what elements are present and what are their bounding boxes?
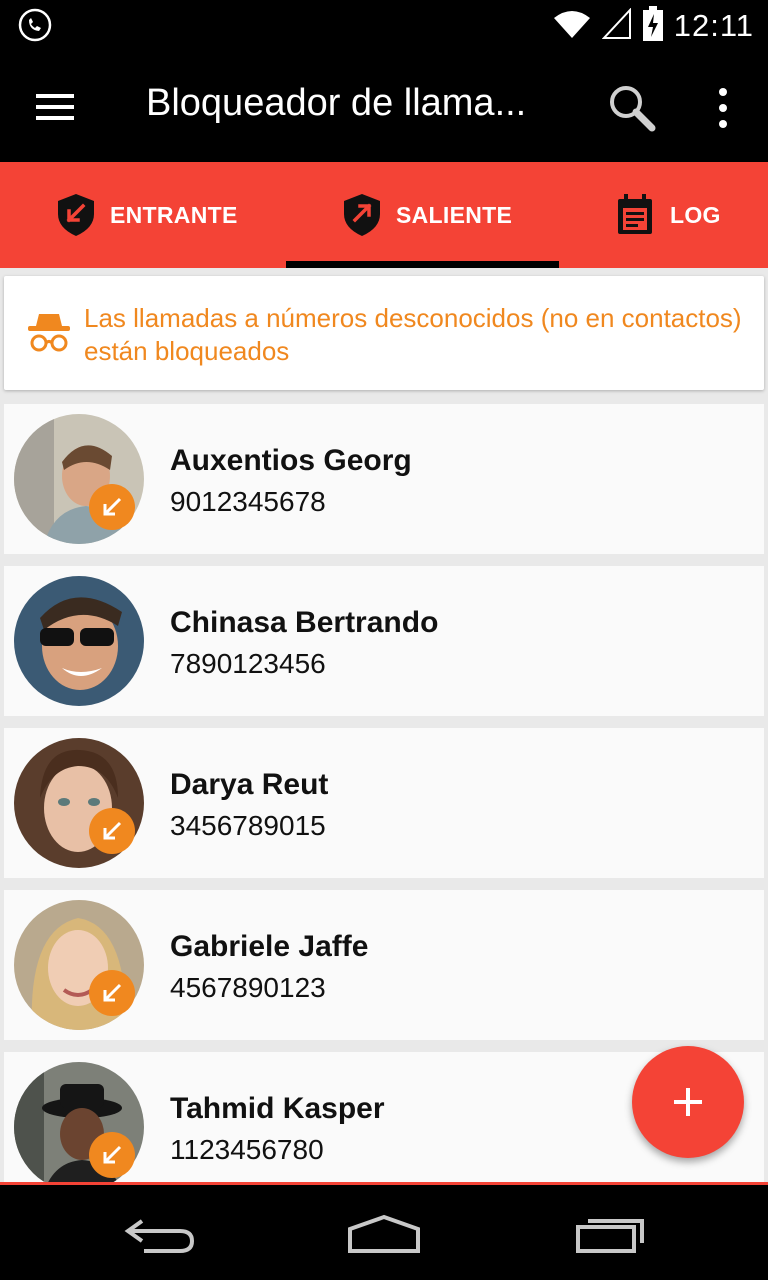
incognito-icon xyxy=(26,310,72,356)
contact-phone: 9012345678 xyxy=(170,486,326,517)
navigation-bar xyxy=(0,1185,768,1280)
plus-icon xyxy=(674,1088,702,1116)
back-icon[interactable] xyxy=(122,1207,202,1257)
tab-label: LOG xyxy=(670,201,721,228)
tab-log[interactable]: LOG xyxy=(614,162,721,268)
tab-bar: ENTRANTE SALIENTE LOG xyxy=(0,162,768,268)
status-bar: 12:11 xyxy=(0,0,768,52)
app-bar: Bloqueador de llama... xyxy=(0,52,768,162)
home-icon[interactable] xyxy=(344,1207,424,1257)
status-time: 12:11 xyxy=(673,8,754,43)
more-options-icon[interactable] xyxy=(706,84,740,132)
contact-phone: 1123456780 xyxy=(170,1134,324,1165)
signal-icon xyxy=(601,6,632,45)
search-icon[interactable] xyxy=(604,80,660,136)
list-item[interactable]: Chinasa Bertrando 7890123456 xyxy=(4,566,764,716)
incoming-call-badge-icon xyxy=(89,484,135,530)
app-title: Bloqueador de llama... xyxy=(146,82,527,124)
list-item[interactable]: Darya Reut 3456789015 xyxy=(4,728,764,878)
call-notification-icon xyxy=(18,8,52,42)
tab-label: SALIENTE xyxy=(396,201,513,228)
contact-name: Tahmid Kasper xyxy=(170,1092,385,1125)
list-item[interactable]: Auxentios Georg 9012345678 xyxy=(4,404,764,554)
contact-phone: 4567890123 xyxy=(170,972,326,1003)
battery-icon xyxy=(642,5,664,47)
menu-icon[interactable] xyxy=(30,84,82,130)
tab-indicator xyxy=(286,261,559,268)
contact-phone: 3456789015 xyxy=(170,810,326,841)
tab-saliente[interactable]: SALIENTE xyxy=(342,162,512,268)
incoming-call-badge-icon xyxy=(89,970,135,1016)
list-item[interactable]: Gabriele Jaffe 4567890123 xyxy=(4,890,764,1040)
avatar xyxy=(14,576,144,706)
log-icon xyxy=(614,193,656,237)
incoming-shield-icon xyxy=(56,192,96,238)
incoming-call-badge-icon xyxy=(89,808,135,854)
info-banner: Las llamadas a números desconocidos (no … xyxy=(4,276,764,390)
contact-name: Auxentios Georg xyxy=(170,444,412,477)
contact-name: Darya Reut xyxy=(170,768,329,801)
recent-apps-icon[interactable] xyxy=(572,1207,652,1257)
incoming-call-badge-icon xyxy=(89,1132,135,1178)
wifi-icon xyxy=(552,8,592,45)
tab-label: ENTRANTE xyxy=(110,201,238,228)
add-button[interactable] xyxy=(632,1046,744,1158)
contact-phone: 7890123456 xyxy=(170,648,326,679)
outgoing-shield-icon xyxy=(342,192,382,238)
tab-entrante[interactable]: ENTRANTE xyxy=(56,162,238,268)
contact-name: Chinasa Bertrando xyxy=(170,606,439,639)
contact-name: Gabriele Jaffe xyxy=(170,930,369,963)
banner-text: Las llamadas a números desconocidos (no … xyxy=(84,303,742,366)
